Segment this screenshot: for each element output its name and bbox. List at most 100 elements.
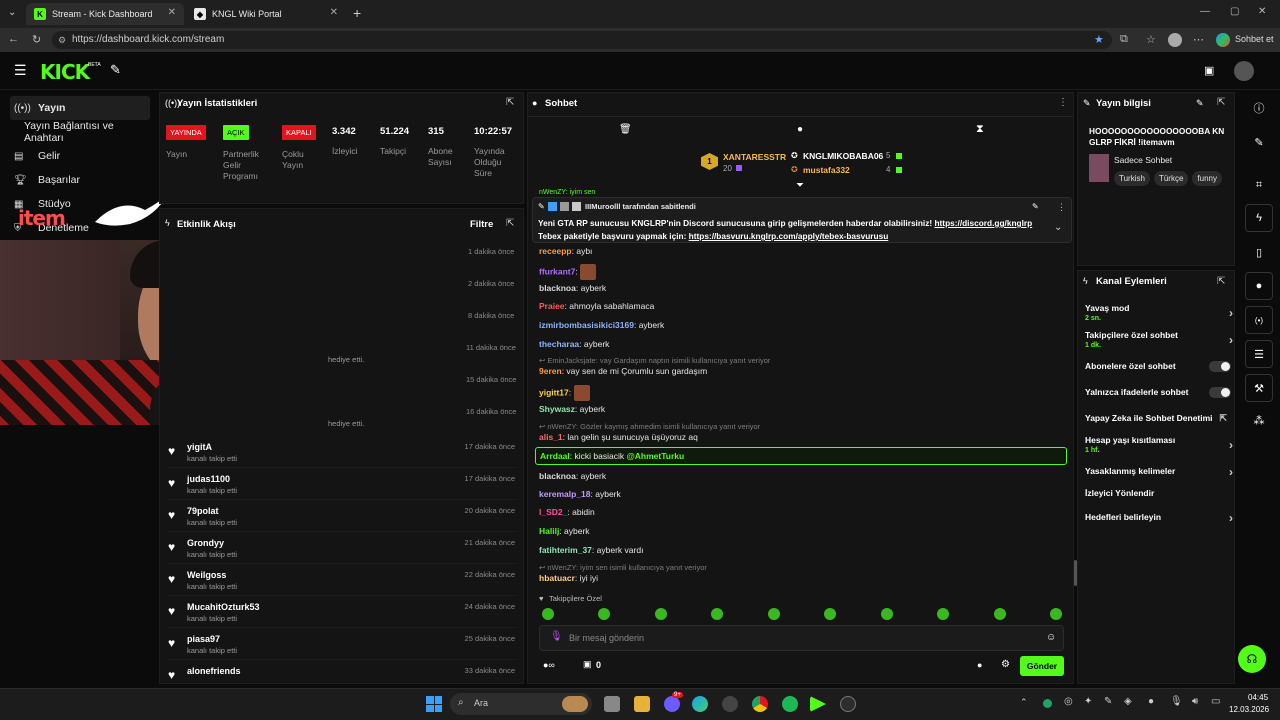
favorite-star-icon[interactable]: ★ xyxy=(1094,33,1104,46)
sidebar-item-stream-key[interactable]: Yayın Bağlantısı ve Anahtarı xyxy=(10,120,150,144)
close-window-icon[interactable]: ✕ xyxy=(1258,6,1266,17)
sidebar-item-basarilar[interactable]: 🏆︎ Başarılar xyxy=(10,168,150,192)
quick-emote-icon[interactable] xyxy=(598,608,610,620)
tab-kick-dashboard[interactable]: K Stream - Kick Dashboard ✕ xyxy=(26,3,184,25)
channel-action-row[interactable]: Yavaş mod 2 sn. › xyxy=(1085,303,1233,325)
tray-network-icon[interactable]: ◈ xyxy=(1124,696,1132,707)
chat-username[interactable]: hbatuacr xyxy=(539,573,575,583)
quick-emote-icon[interactable] xyxy=(768,608,780,620)
chevron-right-icon[interactable]: › xyxy=(1229,306,1233,320)
quick-emote-icon[interactable] xyxy=(1050,608,1062,620)
mod-view-icon[interactable]: ▣ xyxy=(1204,64,1214,77)
chat-username[interactable]: izmirbombasisikici3169 xyxy=(539,320,634,330)
chat-username[interactable]: yigitt17 xyxy=(539,387,569,397)
popout-icon[interactable]: ⇱ xyxy=(506,218,514,229)
activity-user[interactable]: MucahitOzturk53 xyxy=(187,602,260,612)
discord-link[interactable]: https://discord.gg/knglrp xyxy=(934,218,1032,228)
channel-action-row[interactable]: Hedefleri belirleyin › xyxy=(1085,511,1233,526)
tray-app-icon[interactable]: ✦ xyxy=(1084,696,1092,707)
activity-user[interactable]: alonefriends xyxy=(187,666,241,676)
channel-action-row[interactable]: İzleyici Yönlendir xyxy=(1085,488,1233,502)
tray-discord-icon[interactable]: ● xyxy=(1148,696,1154,707)
quick-emote-icon[interactable] xyxy=(824,608,836,620)
spotify-icon[interactable] xyxy=(782,696,798,712)
channel-action-row[interactable]: Hesap yaşı kısıtlaması 1 hf. › xyxy=(1085,435,1233,457)
chat-mention[interactable]: @AhmetTurku xyxy=(626,451,684,461)
activity-filter-button[interactable]: Filtre xyxy=(470,219,493,230)
popout-icon[interactable]: ⇱ xyxy=(1217,276,1225,287)
quick-emote-icon[interactable] xyxy=(937,608,949,620)
activity-user[interactable]: piasa97 xyxy=(187,634,220,644)
activity-user[interactable]: judas1100 xyxy=(187,474,230,484)
windows-start-icon[interactable] xyxy=(426,696,442,712)
channel-action-row[interactable]: Abonelere özel sohbet xyxy=(1085,361,1233,375)
clock-time[interactable]: 04:45 xyxy=(1248,693,1268,702)
tebex-link[interactable]: https://basvuru.knglrp.com/apply/tebex-b… xyxy=(689,231,889,241)
profile-avatar-icon[interactable] xyxy=(1168,33,1182,47)
collections-icon[interactable]: ☆ xyxy=(1146,33,1156,46)
quick-emote-icon[interactable] xyxy=(542,608,554,620)
popout-icon[interactable]: ⇱ xyxy=(1217,97,1225,108)
chat-username[interactable]: blacknoa xyxy=(539,471,576,481)
leader-first-name[interactable]: XANTARESSTR xyxy=(723,152,786,162)
unpin-icon[interactable]: ✎ xyxy=(1032,202,1039,211)
quick-emote-icon[interactable] xyxy=(711,608,723,620)
tag[interactable]: Türkçe xyxy=(1153,171,1189,186)
chat-username[interactable]: blacknoa xyxy=(539,283,576,293)
broadcast-rail-icon[interactable]: (•) xyxy=(1245,306,1273,334)
back-icon[interactable]: ← xyxy=(8,33,19,45)
leader-third-name[interactable]: mustafa332 xyxy=(803,165,850,175)
tag[interactable]: Turkish xyxy=(1114,171,1150,186)
chat-username[interactable]: 9eren xyxy=(539,366,562,376)
pinned-more-icon[interactable]: ⋮ xyxy=(1057,202,1066,213)
file-explorer-icon[interactable] xyxy=(634,696,650,712)
site-info-icon[interactable]: ⚙ xyxy=(58,31,66,49)
chat-username[interactable]: fatihterim_37 xyxy=(539,545,592,555)
battery-icon[interactable]: ▭ xyxy=(1211,696,1220,707)
chrome-icon[interactable] xyxy=(752,696,768,712)
app-icon[interactable] xyxy=(840,696,856,712)
copilot-icon[interactable] xyxy=(1216,33,1230,47)
edit-pencil-icon[interactable]: ✎ xyxy=(1245,128,1273,156)
url-field[interactable]: ⚙ https://dashboard.kick.com/stream xyxy=(52,31,1112,49)
tag[interactable]: funny xyxy=(1192,171,1222,186)
microphone-icon[interactable]: 🎙︎ xyxy=(1170,696,1183,707)
tray-status-icon[interactable] xyxy=(1043,699,1052,708)
hamburger-menu-icon[interactable]: ☰ xyxy=(14,62,27,79)
channel-action-row[interactable]: Takipçilere özel sohbet 1 dk. › xyxy=(1085,330,1233,352)
chat-username[interactable]: Arrdaal xyxy=(540,451,570,461)
chat-username[interactable]: Halilj xyxy=(539,526,559,536)
chat-username[interactable]: thecharaa xyxy=(539,339,579,349)
chat-username[interactable]: alis_1 xyxy=(539,432,563,442)
emote-icon[interactable] xyxy=(580,264,597,280)
popout-icon[interactable]: ⇱ xyxy=(506,97,514,108)
crop-icon[interactable]: ⌗ xyxy=(1245,171,1273,199)
leader-second-name[interactable]: KNGLMIKOBABA06 xyxy=(803,151,883,161)
quick-emote-icon[interactable] xyxy=(655,608,667,620)
taskbar-search[interactable]: ⌕ Ara xyxy=(450,693,592,715)
quick-emote-icon[interactable] xyxy=(881,608,893,620)
category-name[interactable]: Sadece Sohbet xyxy=(1114,155,1172,165)
volume-icon[interactable]: 🔊︎ xyxy=(1192,696,1198,707)
tray-chevron-icon[interactable]: ⌃ xyxy=(1020,697,1028,708)
emote-icon[interactable] xyxy=(573,385,590,401)
emoji-picker-icon[interactable]: ☺ xyxy=(1046,632,1056,643)
pin-icon[interactable]: ✎ xyxy=(110,62,121,78)
quick-actions-icon[interactable]: ϟ xyxy=(1245,204,1273,232)
close-tab-icon[interactable]: ✕ xyxy=(168,7,176,18)
maximize-icon[interactable]: ▢ xyxy=(1230,6,1239,17)
chat-username[interactable]: keremalp_18 xyxy=(539,489,591,499)
voice-mic-icon[interactable]: 🎙︎ xyxy=(550,631,563,642)
gift-icon[interactable]: ▣ xyxy=(583,659,592,670)
channel-action-row[interactable]: Yalnızca ifadelerle sohbet xyxy=(1085,387,1233,401)
expand-leaderboard-icon[interactable]: ⏷ xyxy=(796,180,804,191)
chat-username[interactable]: ffurkant7 xyxy=(539,266,575,276)
chat-gear-icon[interactable]: ⚙ xyxy=(1001,659,1010,670)
expand-pinned-icon[interactable]: ⌄ xyxy=(1054,222,1062,233)
clock-date[interactable]: 12.03.2026 xyxy=(1229,705,1269,714)
activity-user[interactable]: 79polat xyxy=(187,506,219,516)
chevron-right-icon[interactable]: › xyxy=(1229,511,1233,525)
extensions-icon[interactable]: ⧉ xyxy=(1120,33,1128,46)
kick-logo[interactable]: KICK xyxy=(40,60,90,84)
tray-steam-icon[interactable]: ◎ xyxy=(1064,696,1073,707)
